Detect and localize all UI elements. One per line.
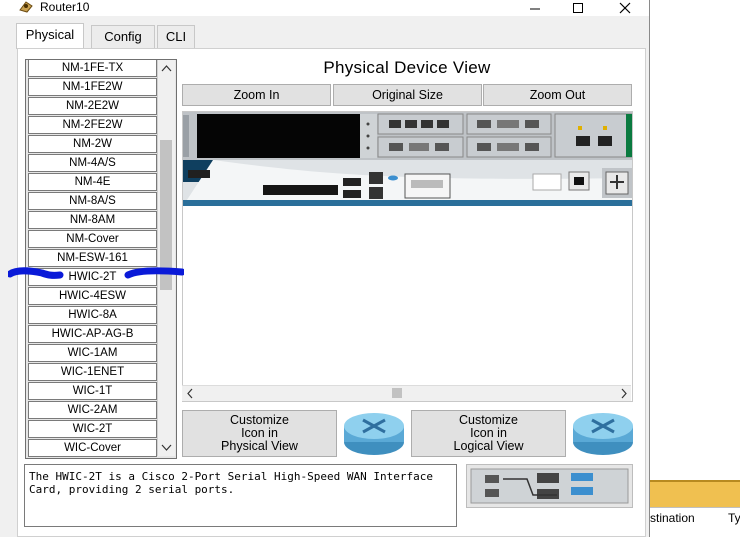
horizontal-scroll-thumb[interactable]: [392, 388, 402, 398]
module-item[interactable]: HWIC-AP-AG-B: [28, 325, 157, 343]
viewport-horizontal-scrollbar[interactable]: [182, 385, 631, 401]
minimize-button[interactable]: [520, 0, 550, 16]
module-description: The HWIC-2T is a Cisco 2-Port Serial Hig…: [24, 464, 457, 527]
packet-tracer-icon: [19, 1, 33, 13]
background-column-type: Ty: [728, 511, 740, 525]
zoom-out-button[interactable]: Zoom Out: [483, 84, 632, 106]
scroll-right-icon[interactable]: [618, 386, 630, 401]
module-list-scrollbar[interactable]: [157, 60, 175, 456]
original-size-button[interactable]: Original Size: [333, 84, 482, 106]
module-item[interactable]: WIC-Cover: [28, 439, 157, 457]
module-item[interactable]: NM-1FE-TX: [28, 60, 157, 77]
router-logical-icon: [573, 413, 633, 455]
scroll-left-icon[interactable]: [184, 386, 196, 401]
module-item[interactable]: NM-2E2W: [28, 97, 157, 115]
module-list[interactable]: NM-1FE-TX NM-1FE2W NM-2E2W NM-2FE2W NM-2W NM-…: [25, 59, 177, 459]
router-chassis-image[interactable]: [183, 112, 632, 212]
customize-physical-icon-button[interactable]: Customize Icon in Physical View: [182, 410, 337, 457]
router-physical-icon: [344, 413, 404, 455]
minimize-icon: [530, 8, 540, 10]
customize-logical-icon-button[interactable]: Customize Icon in Logical View: [411, 410, 566, 457]
customize-physical-line3: Physical View: [221, 439, 298, 453]
module-item[interactable]: WIC-1ENET: [28, 363, 157, 381]
customize-logical-line3: Logical View: [453, 439, 524, 453]
close-button[interactable]: [610, 0, 640, 16]
module-item[interactable]: NM-8AM: [28, 211, 157, 229]
router-viewport[interactable]: [182, 111, 633, 402]
module-item[interactable]: HWIC-4ESW: [28, 287, 157, 305]
physical-device-view-title: Physical Device View: [323, 58, 491, 77]
selection-annotation: [8, 267, 184, 279]
close-icon: [619, 2, 631, 14]
hwic-2t-module-image: [470, 468, 629, 504]
module-item[interactable]: NM-4E: [28, 173, 157, 191]
module-item[interactable]: WIC-2AM: [28, 401, 157, 419]
module-item[interactable]: NM-8A/S: [28, 192, 157, 210]
module-item[interactable]: WIC-2T: [28, 420, 157, 438]
module-item[interactable]: NM-4A/S: [28, 154, 157, 172]
zoom-in-button[interactable]: Zoom In: [182, 84, 331, 106]
maximize-button[interactable]: [563, 0, 593, 16]
module-item[interactable]: NM-2FE2W: [28, 116, 157, 134]
tab-physical[interactable]: Physical: [16, 23, 84, 49]
module-item[interactable]: NM-Cover: [28, 230, 157, 248]
window-title: Router10: [40, 0, 90, 14]
module-item[interactable]: NM-2W: [28, 135, 157, 153]
module-thumbnail: [466, 464, 633, 508]
tab-cli[interactable]: CLI: [157, 25, 195, 49]
module-item[interactable]: NM-1FE2W: [28, 78, 157, 96]
module-item[interactable]: WIC-1T: [28, 382, 157, 400]
background-window: stination Ty: [650, 480, 740, 538]
module-item[interactable]: HWIC-8A: [28, 306, 157, 324]
module-item[interactable]: WIC-1AM: [28, 344, 157, 362]
scroll-down-icon[interactable]: [158, 441, 175, 455]
scroll-up-icon[interactable]: [158, 62, 175, 76]
background-window-toolbar: [650, 480, 740, 507]
background-column-destination: stination: [650, 511, 695, 525]
title-bar: Router10: [0, 0, 649, 16]
maximize-icon: [573, 3, 583, 13]
module-item[interactable]: NM-ESW-161: [28, 249, 157, 267]
tab-config[interactable]: Config: [91, 25, 155, 49]
